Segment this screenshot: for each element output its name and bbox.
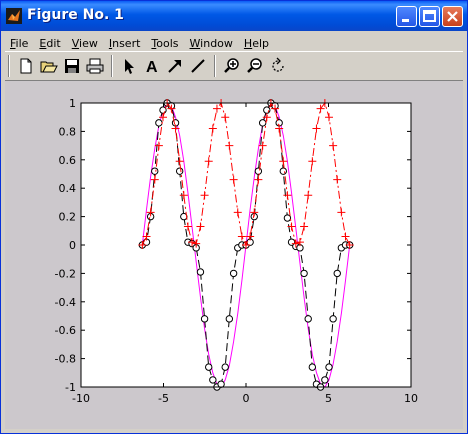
minimize-button[interactable]: [396, 6, 417, 27]
data-point: [279, 167, 287, 175]
arrow-icon: [125, 59, 134, 74]
data-point: [325, 363, 333, 371]
y-tick-label: 1: [69, 97, 76, 110]
save-icon: [65, 59, 79, 73]
line-icon: [191, 59, 205, 73]
menu-insert[interactable]: Insert: [104, 35, 147, 50]
maximize-button[interactable]: [419, 6, 440, 27]
y-tick-label: -0.6: [55, 324, 76, 337]
data-point: [175, 167, 184, 175]
zoom-out-button[interactable]: [244, 55, 266, 77]
y-tick-label: -1: [65, 381, 76, 394]
title-bar[interactable]: Figure No. 1: [1, 1, 467, 31]
y-tick-label: 0.2: [59, 211, 77, 224]
open-file-button[interactable]: [38, 55, 60, 77]
y-tick-label: -0.4: [55, 296, 76, 309]
data-point: [205, 363, 213, 371]
print-icon: [86, 58, 104, 74]
y-tick-label: 0.4: [59, 182, 77, 195]
y-tick-label: 0: [69, 239, 76, 252]
print-button[interactable]: [84, 55, 106, 77]
zoom-in-icon: [224, 58, 239, 73]
data-point: [304, 315, 312, 323]
insert-text-button[interactable]: A: [141, 55, 163, 77]
menu-tools[interactable]: Tools: [146, 35, 184, 50]
new-icon: [20, 58, 32, 74]
data-point: [263, 106, 271, 114]
toolbar-grip: [8, 55, 10, 77]
new-figure-button[interactable]: [15, 55, 37, 77]
x-tick-label: 10: [404, 392, 418, 405]
data-point: [321, 376, 329, 384]
menu-window[interactable]: Window: [185, 35, 239, 50]
toolbar-separator: [111, 55, 113, 77]
y-tick-label: 0.8: [59, 125, 77, 138]
figure-window: Figure No. 1 File Edit View Insert Tools Wind…: [0, 0, 468, 434]
save-button[interactable]: [61, 55, 83, 77]
y-tick-label: -0.2: [55, 267, 76, 280]
x-tick-label: 5: [325, 392, 332, 405]
rotate-3d-button[interactable]: [267, 55, 289, 77]
data-point: [196, 268, 205, 276]
close-button[interactable]: [442, 6, 463, 27]
x-tick-label: -5: [158, 392, 169, 405]
data-point: [151, 167, 159, 175]
text-tool-label: A: [146, 59, 158, 75]
window-title: Figure No. 1: [27, 7, 124, 23]
matlab-logo-icon: [6, 8, 22, 24]
data-point: [200, 315, 209, 323]
data-point: [225, 315, 234, 323]
x-tick-label: 0: [243, 392, 250, 405]
data-point: [308, 363, 317, 371]
menu-bar: File Edit View Insert Tools Window Help: [5, 32, 465, 50]
data-point: [254, 167, 263, 175]
line-arrow-icon: [168, 60, 181, 73]
open-icon: [40, 61, 58, 73]
data-point: [221, 363, 229, 371]
plot-area: -10 -5 0 5 10-1-0.8-0.6-0.4-0.200.20.40.60.8…: [55, 97, 418, 405]
menu-view[interactable]: View: [67, 35, 104, 50]
menu-file[interactable]: File: [5, 35, 34, 50]
zoom-out-icon: [247, 58, 262, 73]
insert-arrow-button[interactable]: [164, 55, 186, 77]
data-point: [217, 380, 225, 388]
data-point: [229, 269, 238, 278]
data-point: [209, 376, 217, 384]
y-tick-label: -0.8: [55, 353, 76, 366]
menu-edit[interactable]: Edit: [34, 35, 66, 50]
figure-canvas: -10 -5 0 5 10 -1 -0.8 -0.6 -0.4 -0.2 0 0.2 0.4 0.6 0.8…: [5, 81, 463, 429]
close-icon: [447, 11, 458, 22]
toolbar: A: [5, 51, 463, 81]
edit-plot-button[interactable]: [118, 55, 140, 77]
menu-help[interactable]: Help: [239, 35, 275, 50]
data-point: [155, 119, 163, 127]
insert-line-button[interactable]: [187, 55, 209, 77]
toolbar-separator: [214, 55, 216, 77]
rotate-icon: [272, 57, 284, 72]
data-point: [333, 269, 341, 278]
minimize-icon: [402, 19, 409, 22]
data-point: [329, 315, 337, 323]
text-icon: A: [146, 59, 158, 75]
data-point: [300, 269, 308, 278]
data-point: [258, 119, 267, 127]
y-tick-label: 0.6: [59, 154, 77, 167]
zoom-in-button[interactable]: [221, 55, 243, 77]
maximize-icon: [423, 10, 436, 22]
